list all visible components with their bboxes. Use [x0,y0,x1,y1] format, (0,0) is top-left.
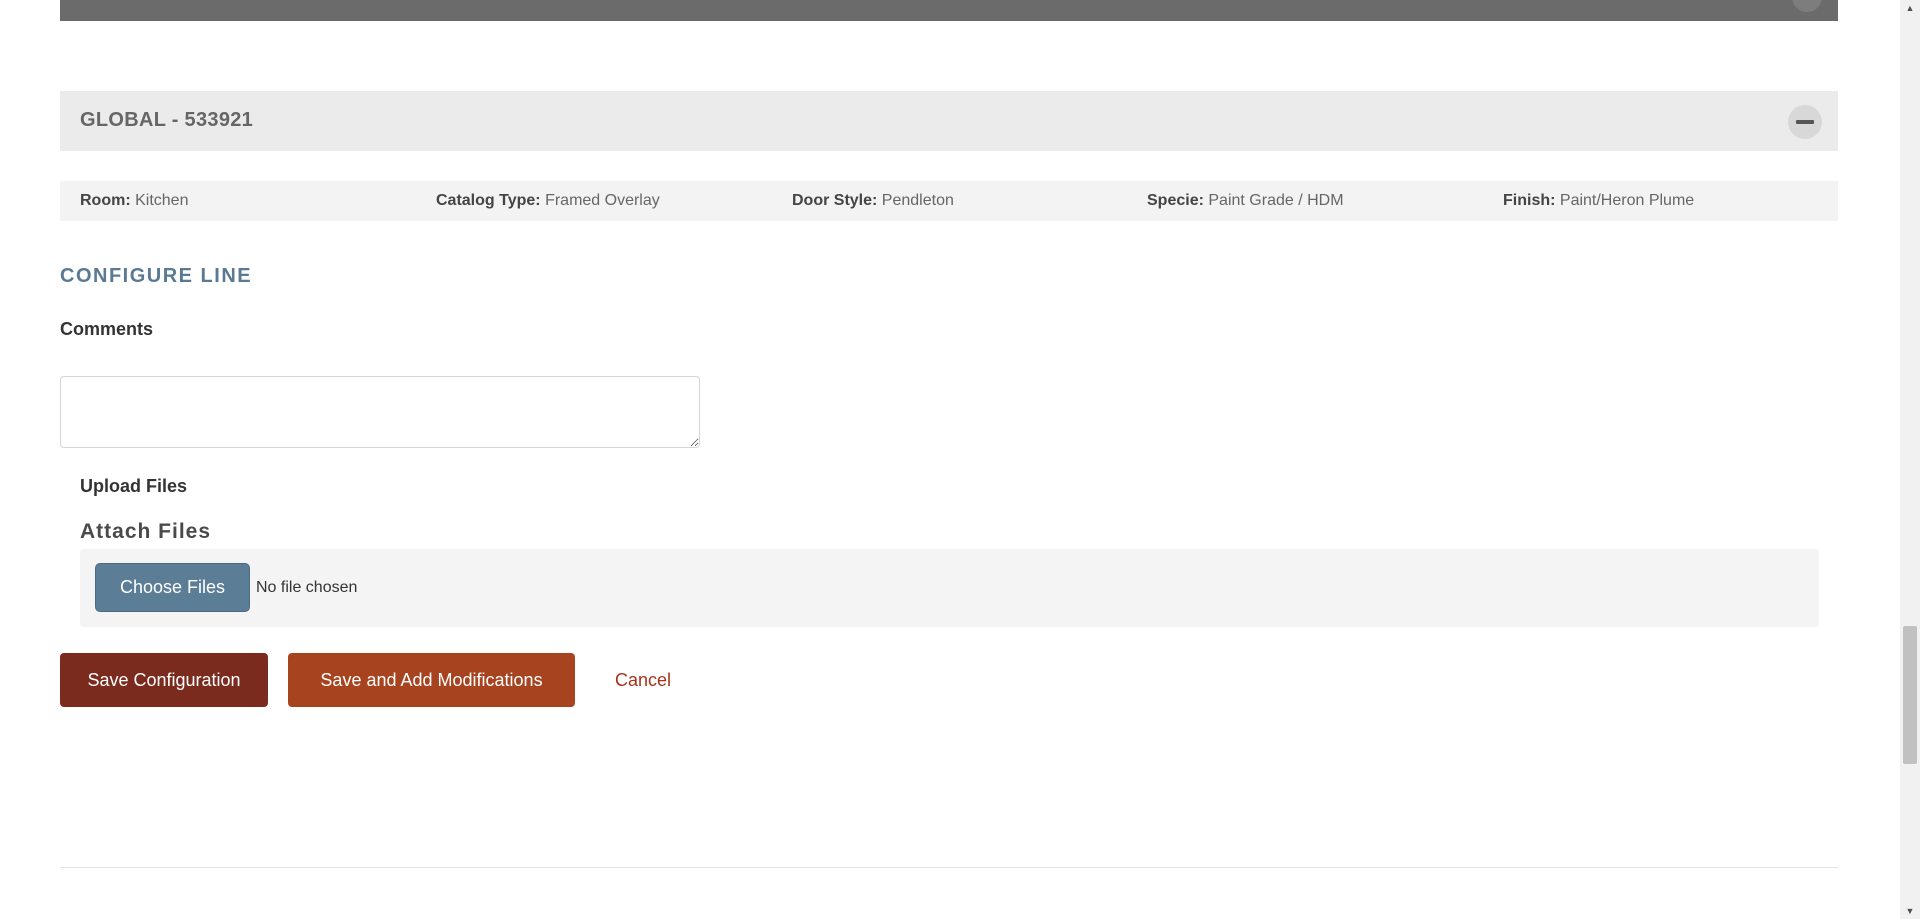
info-room-label: Room: [80,192,131,209]
choose-files-button[interactable]: Choose Files [95,563,250,612]
page: GLOBAL - 533921 Room: Kitchen Catalog Ty… [0,0,1920,919]
arrow-down-icon[interactable]: ▼ [1900,903,1920,919]
comments-label: Comments [60,319,154,339]
info-room: Room: Kitchen [80,192,188,210]
info-door-style: Door Style: Pendleton [792,192,954,210]
info-finish-label: Finish: [1503,192,1556,209]
info-catalog-type-label: Catalog Type: [436,192,541,209]
save-configuration-button[interactable]: Save Configuration [60,653,268,707]
configure-line-title: CONFIGURE LINE [60,265,253,287]
scrollbar-thumb[interactable] [1903,626,1917,764]
info-specie: Specie: Paint Grade / HDM [1147,192,1344,210]
info-door-style-label: Door Style: [792,192,878,209]
arrow-up-icon[interactable]: ▲ [1900,0,1920,16]
info-specie-label: Specie: [1147,192,1204,209]
comments-textarea[interactable] [60,376,700,448]
file-upload-zone: Choose Files No file chosen [80,549,1819,627]
global-section-title: GLOBAL - 533921 [80,109,254,131]
no-file-chosen-text: No file chosen [256,579,358,596]
info-catalog-type: Catalog Type: Framed Overlay [436,192,660,210]
global-info-row: Room: Kitchen Catalog Type: Framed Overl… [60,181,1838,221]
collapse-button[interactable] [1788,105,1822,139]
vertical-scrollbar[interactable]: ▲ ▼ [1900,0,1920,919]
bottom-divider [60,867,1838,868]
info-specie-value: Paint Grade / HDM [1208,192,1344,209]
info-catalog-type-value: Framed Overlay [545,192,660,209]
previous-section-header[interactable] [60,0,1838,21]
info-room-value: Kitchen [135,192,189,209]
save-and-add-modifications-button[interactable]: Save and Add Modifications [288,653,575,707]
global-section-header[interactable]: GLOBAL - 533921 [60,91,1838,151]
info-finish: Finish: Paint/Heron Plume [1503,192,1694,210]
minus-icon [1796,120,1814,124]
info-finish-value: Paint/Heron Plume [1559,192,1695,209]
info-door-style-value: Pendleton [881,192,954,209]
previous-section-toggle-icon[interactable] [1792,0,1822,12]
upload-files-label: Upload Files [80,476,188,496]
attach-files-title: Attach Files [80,520,212,543]
cancel-link[interactable]: Cancel [615,670,671,691]
